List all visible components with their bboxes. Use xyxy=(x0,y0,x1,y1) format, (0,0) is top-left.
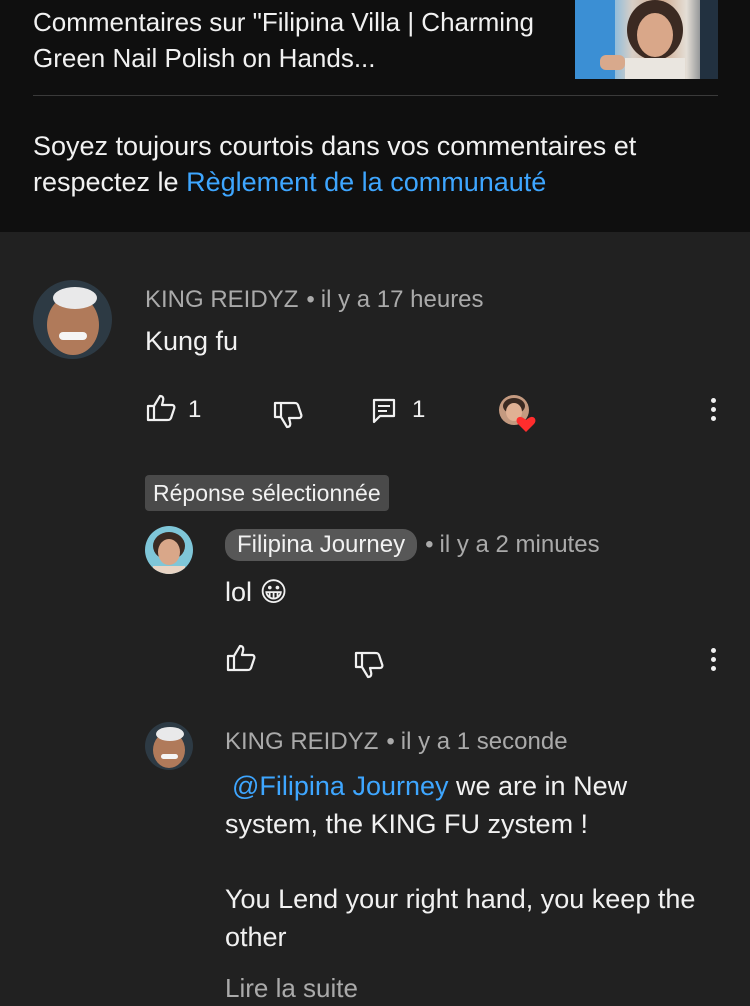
reply-time[interactable]: il y a 2 minutes xyxy=(440,531,600,558)
more-vert-icon[interactable] xyxy=(711,398,717,424)
video-thumbnail[interactable] xyxy=(575,0,718,79)
reply-author-chip[interactable]: Filipina Journey xyxy=(225,529,418,561)
meta-dot: • xyxy=(386,728,395,755)
comments-header: Commentaires sur "Filipina Villa | Charm… xyxy=(0,0,750,232)
avatar[interactable] xyxy=(33,280,112,359)
read-more-link[interactable]: Lire la suite xyxy=(225,973,358,1004)
dislike-icon[interactable] xyxy=(353,650,385,680)
like-icon[interactable] xyxy=(225,643,257,673)
selected-reply-chip: Réponse sélectionnée xyxy=(145,475,389,511)
mention-link[interactable]: @Filipina Journey xyxy=(232,771,449,801)
more-vert-icon[interactable] xyxy=(711,648,717,674)
community-guidelines-link[interactable]: Règlement de la communauté xyxy=(186,167,546,197)
reply-meta: KING REIDYZ • il y a 1 seconde xyxy=(225,728,568,756)
comment-text: Kung fu xyxy=(145,326,239,356)
avatar[interactable] xyxy=(145,722,193,770)
reply-text: @Filipina Journey we are in New system, … xyxy=(225,767,725,843)
community-notice: Soyez toujours courtois dans vos comment… xyxy=(33,128,723,200)
comment-meta: KING REIDYZ • il y a 17 heures xyxy=(145,286,484,314)
comment-time[interactable]: il y a 17 heures xyxy=(321,286,484,313)
avatar[interactable] xyxy=(145,526,193,574)
reply-author[interactable]: KING REIDYZ xyxy=(225,728,378,755)
reply-icon[interactable] xyxy=(372,398,396,424)
reply-meta: Filipina Journey • il y a 2 minutes xyxy=(225,529,600,561)
like-icon[interactable] xyxy=(145,393,177,423)
reply-text: lol 😀 xyxy=(225,577,288,607)
heart-icon xyxy=(516,416,536,432)
header-divider xyxy=(33,95,718,96)
meta-dot: • xyxy=(306,286,315,313)
meta-dot: • xyxy=(425,531,434,558)
reply-text-paragraph2: You Lend your right hand, you keep the o… xyxy=(225,884,696,952)
creator-heart-badge xyxy=(498,394,538,434)
comment-author[interactable]: KING REIDYZ xyxy=(145,286,298,313)
video-title[interactable]: Commentaires sur "Filipina Villa | Charm… xyxy=(33,4,553,76)
like-count: 1 xyxy=(188,396,202,423)
reply-time[interactable]: il y a 1 seconde xyxy=(401,728,568,755)
reply-count[interactable]: 1 xyxy=(412,396,425,424)
dislike-icon[interactable] xyxy=(272,400,304,430)
